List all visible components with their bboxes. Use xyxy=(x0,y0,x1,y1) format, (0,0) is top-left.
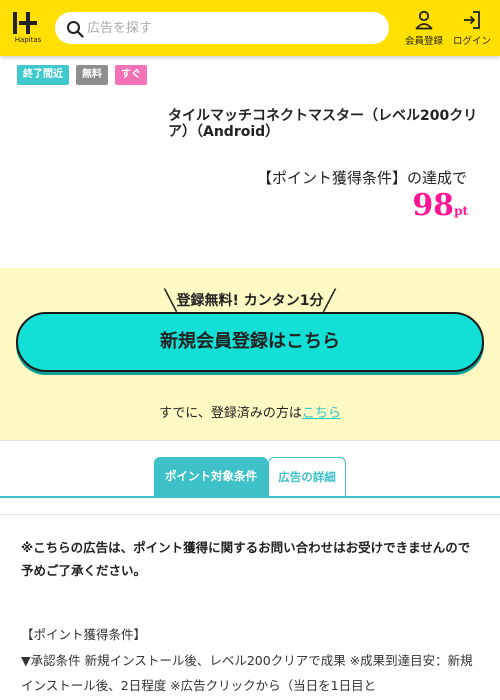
signup-button[interactable]: 新規会員登録はこちら xyxy=(16,312,484,372)
registration-catchphrase: ╲登録無料! カンタン1分╱ xyxy=(0,288,500,312)
logo-text: Hapitas xyxy=(14,36,42,44)
login-button[interactable]: ログイン xyxy=(450,8,494,48)
register-button[interactable]: 会員登録 xyxy=(402,8,446,48)
existing-user-line: すでに、登録済みの方はこちら xyxy=(0,402,500,421)
point-unit: pt xyxy=(454,204,468,218)
point-condition-text: 【ポイント獲得条件】の達成で xyxy=(256,169,467,187)
search-box[interactable] xyxy=(55,12,389,44)
ad-tags: 終了間近 無料 すぐ xyxy=(17,65,147,85)
tag-free: 無料 xyxy=(76,65,108,85)
hapitas-logo[interactable]: Hapitas xyxy=(11,10,45,46)
point-amount: 98pt xyxy=(412,188,468,223)
point-value: 98 xyxy=(412,188,455,223)
logo-mark-icon xyxy=(13,12,37,34)
registration-section: ╲登録無料! カンタン1分╱ 新規会員登録はこちら すでに、登録済みの方はこちら xyxy=(0,268,500,440)
existing-user-login-link[interactable]: こちら xyxy=(302,406,341,421)
search-input[interactable] xyxy=(87,12,377,44)
user-icon xyxy=(415,10,433,30)
app-header: Hapitas 会員登録 ログイン xyxy=(0,0,500,56)
register-label: 会員登録 xyxy=(404,36,443,47)
content-divider xyxy=(0,514,500,515)
catch-text: 登録無料! カンタン1分 xyxy=(176,293,324,309)
tag-ending-soon: 終了間近 xyxy=(17,65,69,85)
condition-heading: 【ポイント獲得条件】 xyxy=(21,627,147,642)
slash-right: ╱ xyxy=(323,288,336,312)
tag-instant: すぐ xyxy=(115,65,147,85)
existing-user-text: すでに、登録済みの方は xyxy=(159,406,302,421)
ad-title: タイルマッチコネクトマスター（レベル200クリア）（Android） xyxy=(168,108,478,140)
slash-left: ╲ xyxy=(164,288,177,312)
condition-body: ▼承認条件 新規インストール後、レベル200クリアで成果 ※成果到達目安：新規イ… xyxy=(21,653,473,693)
tab-underline xyxy=(0,496,500,498)
tab-ad-details[interactable]: 広告の詳細 xyxy=(268,457,346,497)
login-icon xyxy=(464,11,480,29)
inquiry-notice: ※こちらの広告は、ポイント獲得に関するお問い合わせはお受けできませんので予めご了… xyxy=(21,540,471,578)
tab-point-conditions[interactable]: ポイント対象条件 xyxy=(154,457,268,497)
login-label: ログイン xyxy=(452,36,491,47)
search-icon[interactable] xyxy=(66,20,84,38)
section-divider xyxy=(0,440,500,441)
